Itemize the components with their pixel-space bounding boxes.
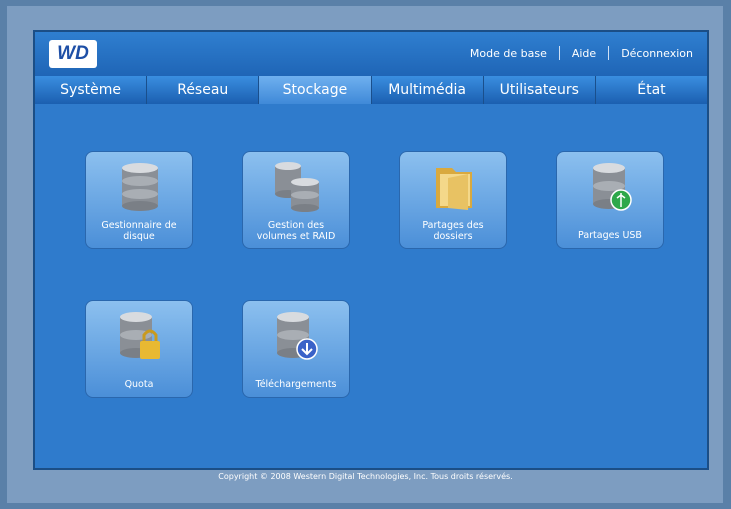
header-links: Mode de base Aide Déconnexion — [470, 46, 693, 60]
downloads-tile[interactable]: Téléchargements — [242, 300, 350, 398]
tab-network[interactable]: Réseau — [147, 76, 260, 104]
tab-bar: Système Réseau Stockage Multimédia Utili… — [35, 76, 707, 104]
tab-users[interactable]: Utilisateurs — [484, 76, 596, 104]
tile-label: Gestion des volumes et RAID — [256, 220, 336, 242]
folder-shares-tile[interactable]: Partages des dossiers — [399, 151, 507, 249]
separator — [558, 46, 560, 60]
basic-mode-link[interactable]: Mode de base — [470, 47, 547, 60]
top-bar: WD Mode de base Aide Déconnexion — [35, 32, 707, 77]
tile-label: Gestionnaire de disque — [101, 220, 177, 242]
separator — [608, 46, 610, 60]
tab-status[interactable]: État — [596, 76, 707, 104]
raid-volumes-tile[interactable]: Gestion des volumes et RAID — [242, 151, 350, 249]
tile-label: Partages USB — [578, 230, 642, 241]
tab-storage[interactable]: Stockage — [259, 76, 372, 104]
download-icon — [277, 312, 318, 360]
wd-logo: WD — [49, 40, 97, 68]
usb-shares-tile[interactable]: Partages USB — [556, 151, 664, 249]
folder-share-icon — [436, 168, 472, 210]
copyright-footer: Copyright © 2008 Western Digital Technol… — [218, 472, 513, 481]
main-frame: WD Mode de base Aide Déconnexion Système… — [33, 30, 709, 470]
tab-system[interactable]: Système — [35, 76, 148, 104]
usb-share-icon — [593, 163, 632, 211]
quota-tile[interactable]: Quota — [85, 300, 193, 398]
logout-link[interactable]: Déconnexion — [621, 47, 693, 60]
help-link[interactable]: Aide — [572, 47, 596, 60]
tile-label: Quota — [124, 379, 154, 390]
raid-volumes-icon — [275, 162, 319, 212]
tab-multimedia[interactable]: Multimédia — [372, 76, 484, 104]
quota-lock-icon — [120, 312, 160, 359]
tile-label: Téléchargements — [255, 379, 337, 390]
disk-manager-tile[interactable]: Gestionnaire de disque — [85, 151, 193, 249]
disk-stack-icon — [122, 163, 158, 211]
tile-label: Partages des dossiers — [422, 220, 484, 242]
